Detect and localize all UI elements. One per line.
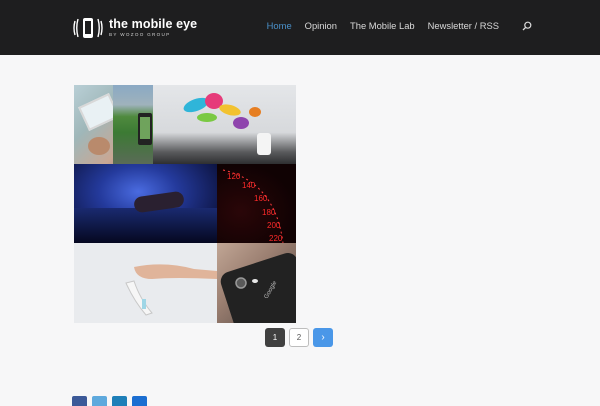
nav-mobile-lab[interactable]: The Mobile Lab <box>350 20 415 31</box>
logo-subtitle: BY WOZOO GROUP <box>109 32 171 38</box>
main-nav: Home Opinion The Mobile Lab Newsletter /… <box>267 20 499 31</box>
flash-shape <box>252 279 258 283</box>
site-logo[interactable]: the mobile eye BY WOZOO GROUP <box>73 15 197 41</box>
nav-opinion[interactable]: Opinion <box>305 20 337 31</box>
nav-newsletter-rss[interactable]: Newsletter / RSS <box>428 20 499 31</box>
linkedin-icon[interactable] <box>112 396 127 406</box>
color-splash-photo[interactable] <box>153 85 296 164</box>
dj-deck-shape <box>74 208 217 243</box>
coffee-cup-shape <box>88 137 110 155</box>
share-bar <box>72 396 152 406</box>
smartphone-camera-photo[interactable]: Google <box>217 243 296 323</box>
logo-title: the mobile eye <box>109 16 198 31</box>
stadium-phone-photo[interactable] <box>113 85 153 164</box>
page-2-button[interactable]: 2 <box>289 328 309 347</box>
speedometer-graphic: 120 140 160 180 200 220 <box>222 169 284 243</box>
glass-graphic <box>125 264 217 316</box>
speedometer-photo[interactable]: 120 140 160 180 200 220 <box>217 164 296 243</box>
page-1-button[interactable]: 1 <box>265 328 285 347</box>
twitter-icon[interactable] <box>92 396 107 406</box>
google-glass-photo[interactable] <box>74 243 217 323</box>
speed-label: 140 <box>242 181 256 190</box>
pagination: 1 2 › <box>265 328 337 347</box>
glass-lens-shape <box>142 299 146 309</box>
speed-label: 220 <box>269 234 283 243</box>
speed-label: 160 <box>254 194 268 203</box>
camera-lens-shape <box>235 277 247 289</box>
featured-collage[interactable]: 120 140 160 180 200 220 Google <box>74 85 296 323</box>
logo-icon <box>73 18 103 38</box>
google-brand-text: Google <box>264 280 279 300</box>
nav-home[interactable]: Home <box>267 20 292 31</box>
splash-blob <box>197 113 217 122</box>
arm-shape <box>134 264 217 279</box>
splash-blob <box>249 107 261 117</box>
camera-graphic: Google <box>235 277 279 300</box>
dj-smartwatch-photo[interactable] <box>74 164 217 243</box>
splash-blob <box>218 102 242 118</box>
share-icon[interactable] <box>132 396 147 406</box>
search-icon[interactable] <box>522 21 532 31</box>
glass-frame-shape <box>125 280 153 316</box>
runner-figure <box>257 133 271 155</box>
phone-shape <box>138 113 152 145</box>
facebook-icon[interactable] <box>72 396 87 406</box>
site-header: the mobile eye BY WOZOO GROUP Home Opini… <box>0 0 600 55</box>
splash-blob <box>233 117 249 129</box>
next-page-button[interactable]: › <box>313 328 333 347</box>
